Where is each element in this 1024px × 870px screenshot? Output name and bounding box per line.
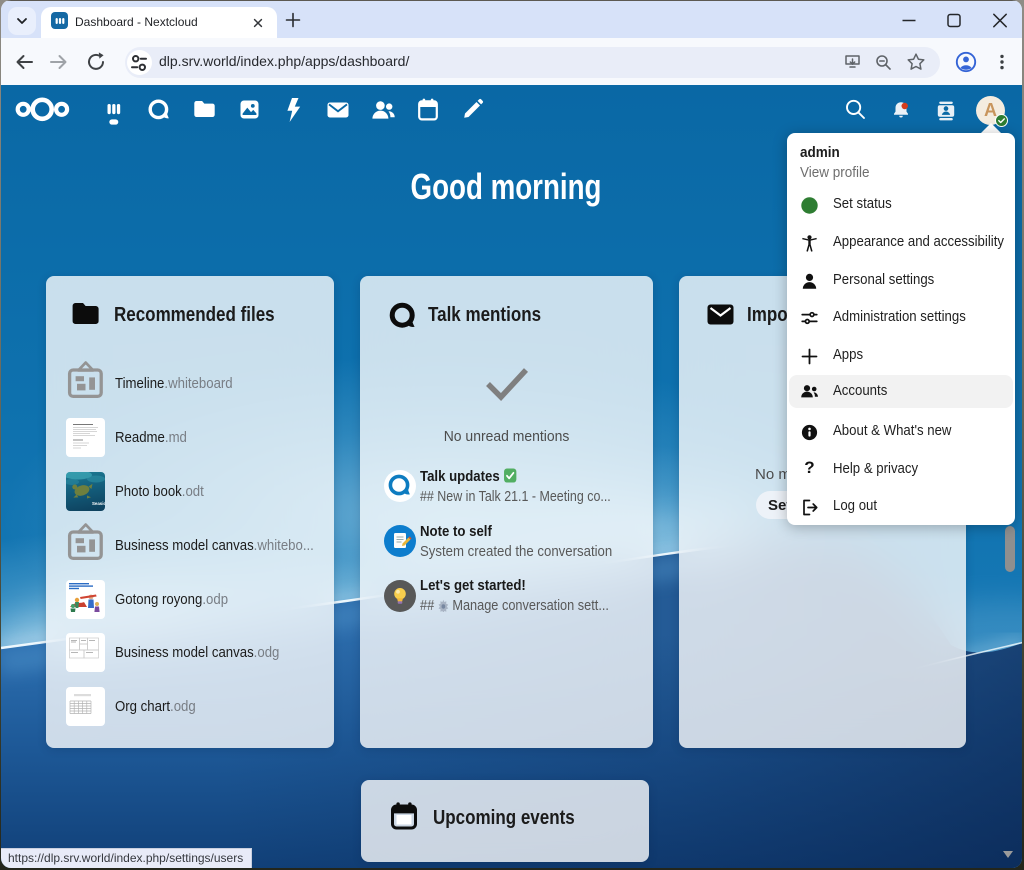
svg-text:Seaside: Seaside [92,501,105,506]
